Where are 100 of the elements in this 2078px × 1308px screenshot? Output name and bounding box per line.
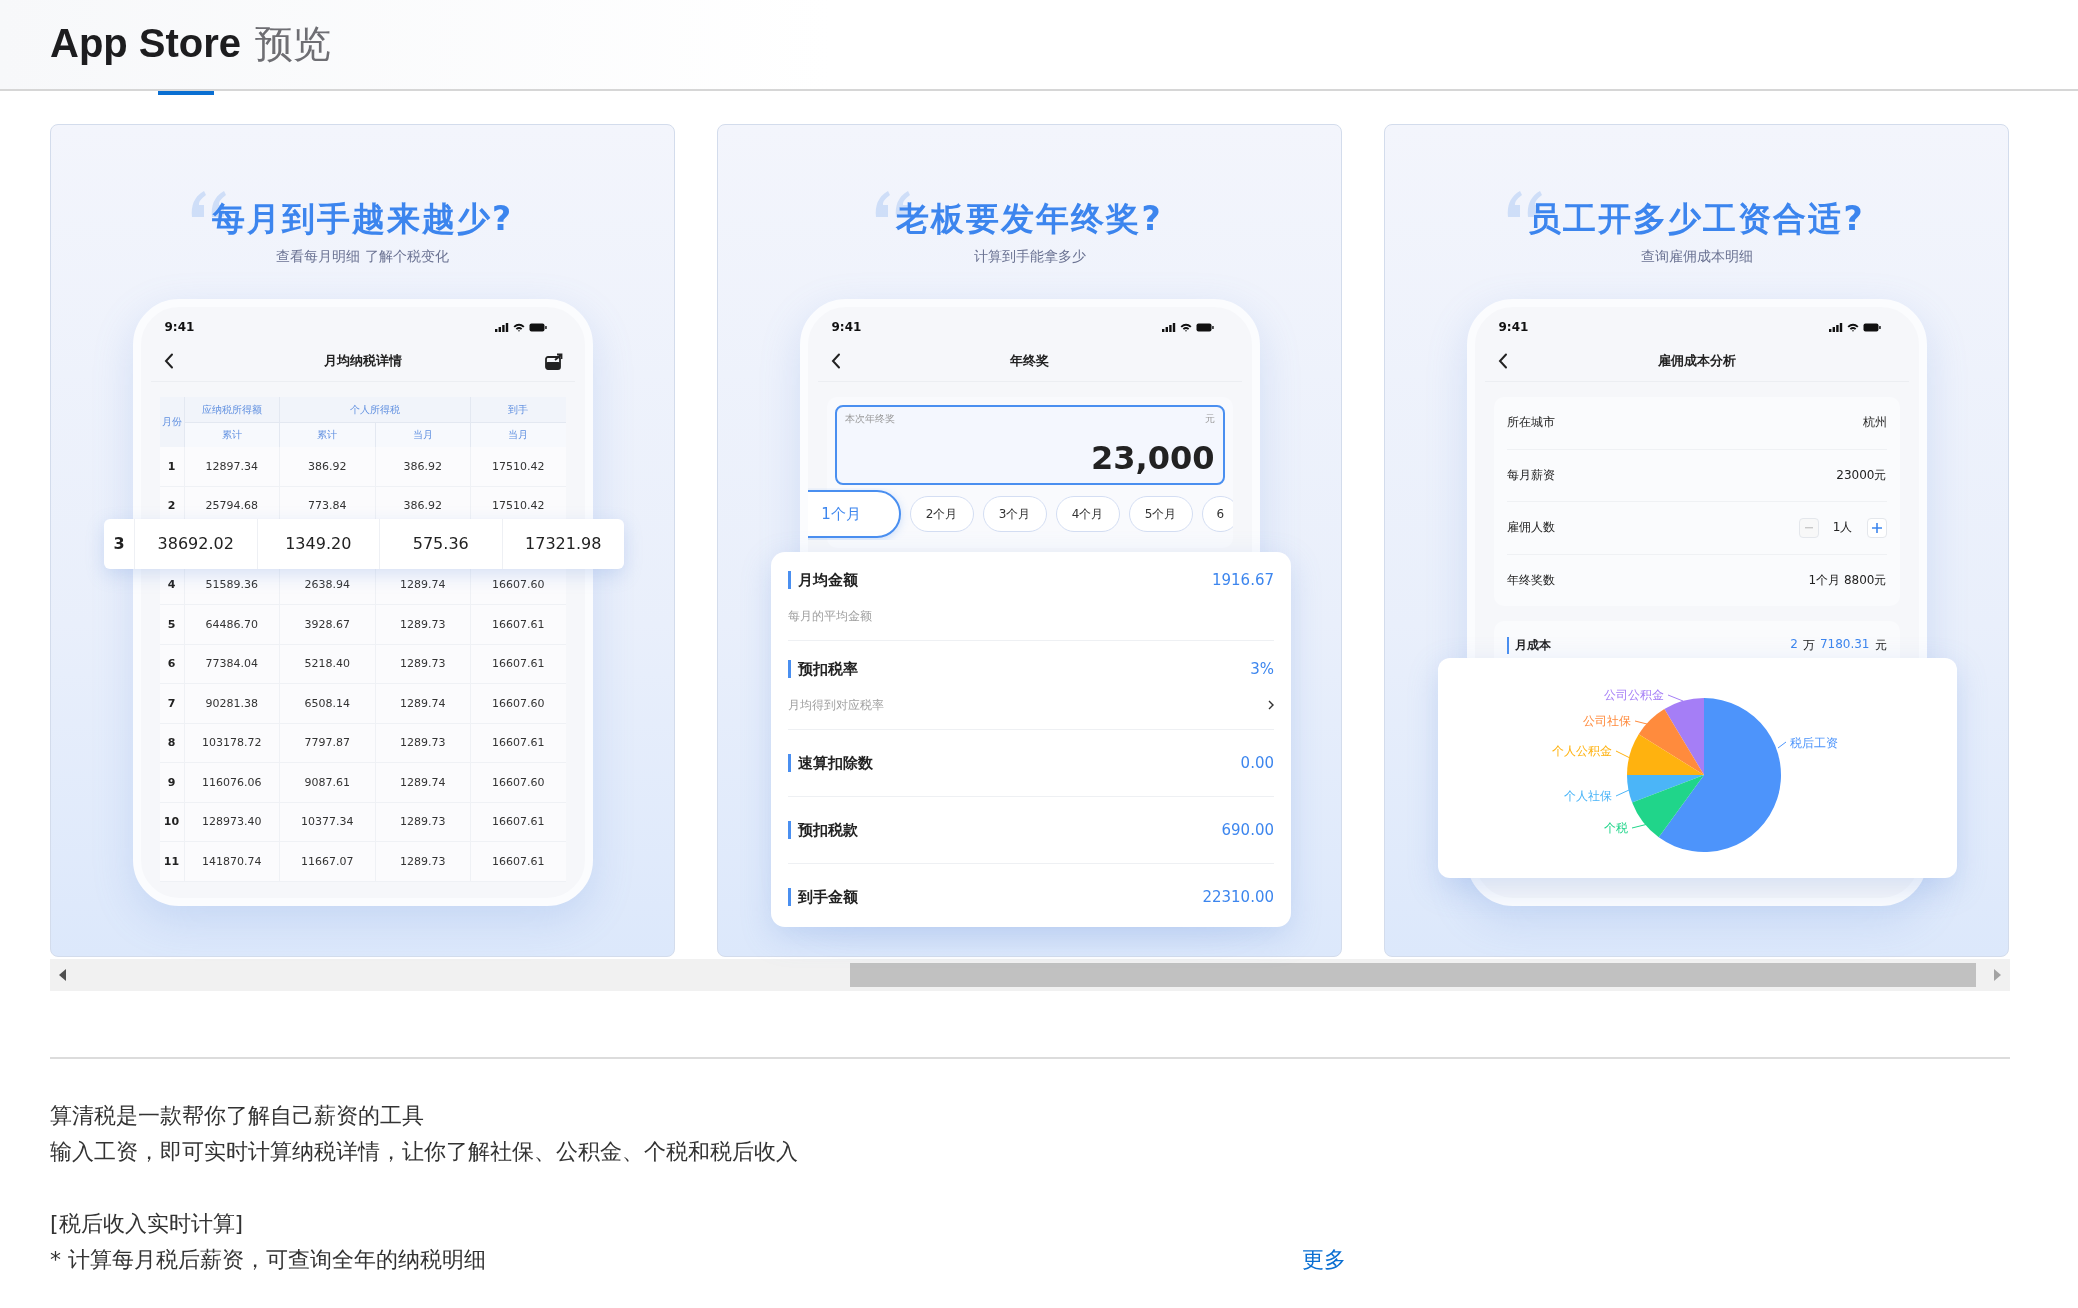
wifi-icon [512,322,525,332]
month-chip[interactable]: 1个月 [807,490,901,538]
back-icon[interactable] [163,353,174,369]
table-cell: 10377.34 [280,802,376,841]
table-cell-text: 16607.60 [491,695,546,712]
month-chip[interactable]: 5个月 [1128,496,1193,532]
column-header: 累计 [220,428,243,442]
screenshot-card[interactable]: 老板要发年终奖? 计算到手能拿多少 9:41 年终奖 本次年终奖 元 23,000 1个月 2个月 3个月 4个月 5个月 6 月均金额 1916.67 每月的平均金额 预扣税率 3% 月均得到对应税率 速算扣除数 0.00 预扣税款 690.00 到手金额 22310.00 [717,124,1342,957]
unit-label: 元 [1204,412,1215,426]
table-cell: 1289.74 [375,684,471,723]
table-cell: 1289.73 [375,605,471,644]
table-cell: 1289.74 [375,763,471,802]
horizontal-scrollbar[interactable] [50,959,2010,991]
field-value: 杭州 [1862,414,1887,432]
field-label: 每月薪资 [1506,466,1555,484]
screen-title: 年终奖 [1010,352,1049,370]
chevron-right-icon[interactable] [1268,700,1274,710]
left-arrow-icon[interactable] [58,969,68,981]
month-chip[interactable]: 3个月 [982,496,1047,532]
month-chip[interactable]: 6 [1201,496,1233,532]
field-label: 年终奖数 [1506,571,1555,589]
leader-line [1667,694,1684,702]
table-cell: 64486.70 [184,605,280,644]
table-cell-text: 16607.61 [491,616,546,633]
result-value: 3% [1250,660,1274,678]
headline: 员工开多少工资合适? [1528,198,1865,240]
status-time: 9:41 [831,320,862,334]
scrollbar-thumb[interactable] [850,963,1976,987]
field-value: 1人 [1832,519,1853,537]
result-value: 690.00 [1221,821,1274,839]
more-link[interactable]: 更多 [1302,1242,1346,1278]
table-cell-text: 16607.61 [491,656,546,673]
month-chip[interactable]: 4个月 [1055,496,1120,532]
description-text: [税后收入实时计算] [50,1210,245,1238]
share-icon[interactable] [544,352,563,370]
leader-line [1615,789,1630,797]
table-cell: 12897.34 [184,447,280,486]
battery-icon [528,322,547,332]
table-cell: 5 [159,605,185,644]
wifi-icon [1846,322,1859,332]
result-note: 月均得到对应税率 [788,696,884,714]
column-header: 月份 [159,397,185,447]
screenshot-card[interactable]: 员工开多少工资合适? 查询雇佣成本明细 9:41 雇佣成本分析 所在城市 杭州 每月薪资 23000元 雇佣人数 1人 年终奖数 1个月 8800元 月成本 2 万 7180.31 元 公司公积金 公司社保 税后工资 个人公积金 个人社保 个税 [1384,124,2009,957]
table-cell-text: 16607.60 [491,774,546,791]
pie-label: 个人社保 [1564,789,1612,803]
result-value: 1916.67 [1211,571,1274,589]
table-cell: 77384.04 [184,644,280,683]
screen-title: 雇佣成本分析 [1657,352,1736,370]
table-cell: 386.92 [280,447,376,486]
signal-icon [1828,322,1843,332]
table-cell-text: 17510.42 [491,458,546,475]
field-value: 23000元 [1836,466,1887,484]
table-cell-text: 17510.42 [491,498,546,515]
table-cell: 575.36 [380,518,503,569]
result-note: 每月的平均金额 [788,607,872,625]
section-title: 月成本 [1506,636,1551,654]
table-cell: 38692.02 [135,518,258,569]
table-cell: 8 [159,723,185,762]
leader-line [1777,741,1787,749]
description-text: * 计算每月税后薪资，可查询全年的纳税明细 [50,1246,487,1274]
table-cell: 1289.73 [375,723,471,762]
tab-indicator [158,91,214,95]
table-cell: 1289.73 [375,802,471,841]
table-cell-text: 16607.61 [491,853,546,870]
result-value: 22310.00 [1202,888,1274,906]
store-title: App Store [50,21,242,66]
table-cell: 116076.06 [184,763,280,802]
cost-value: 2 [1790,636,1798,653]
plus-icon [1871,522,1882,533]
table-cell: 3928.67 [280,605,376,644]
table-cell: 1 [159,447,185,486]
back-icon[interactable] [1497,353,1508,369]
pie-label: 公司社保 [1583,714,1631,728]
table-cell: 6508.14 [280,684,376,723]
back-icon[interactable] [830,353,841,369]
subheadline: 计算到手能拿多少 [973,247,1086,266]
cost-value: 万 [1802,636,1815,654]
table-cell: 6 [159,644,185,683]
status-time: 9:41 [164,320,195,334]
table-cell: 1289.73 [375,842,471,881]
table-cell: 128973.40 [184,802,280,841]
headline: 每月到手越来越少? [211,198,514,240]
result-label: 速算扣除数 [788,754,873,772]
description-text: 算清税是一款帮你了解自己薪资的工具 [50,1102,425,1130]
table-cell: 103178.72 [184,723,280,762]
description-text: 输入工资，即可实时计算纳税详情，让你了解社保、公积金、个税和税后收入 [50,1138,798,1166]
headline: 老板要发年终奖? [896,198,1163,240]
table-cell-text: 16607.61 [491,735,546,752]
result-value: 0.00 [1240,754,1274,772]
screen-title: 月均纳税详情 [323,352,402,370]
cost-value: 7180.31 [1819,636,1870,653]
wifi-icon [1179,322,1192,332]
bonus-input-field[interactable]: 本次年终奖 元 23,000 [834,405,1225,485]
pie-label: 个税 [1604,821,1628,835]
table-cell-text: 16607.61 [491,814,546,831]
signal-icon [1161,322,1176,332]
table-cell: 386.92 [375,447,471,486]
month-chip[interactable]: 2个月 [909,496,974,532]
pie-label: 公司公积金 [1604,688,1664,702]
plus-button[interactable] [1866,517,1887,538]
